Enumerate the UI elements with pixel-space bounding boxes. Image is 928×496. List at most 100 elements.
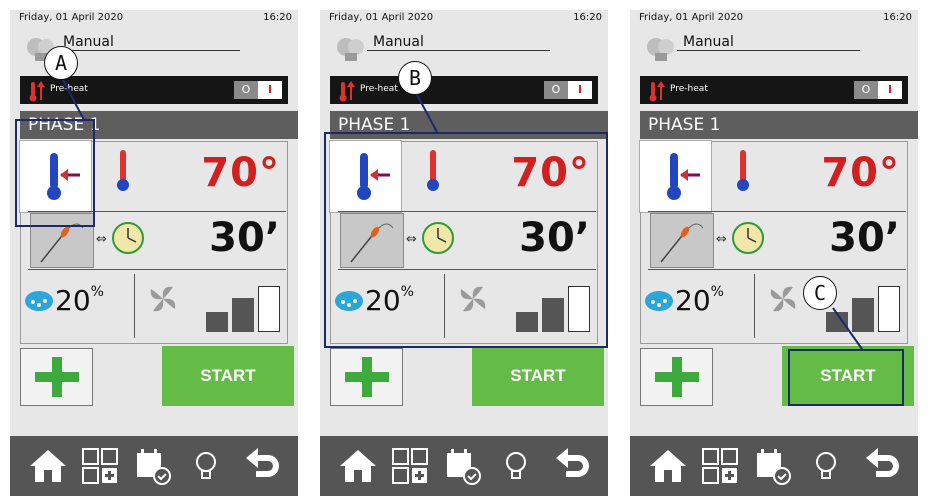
divider: [648, 269, 906, 270]
fan-speed-selector[interactable]: [206, 276, 286, 332]
water-drops-icon: [25, 291, 53, 311]
date-label: Friday, 01 April 2020: [639, 12, 744, 23]
fan-icon[interactable]: [146, 282, 180, 316]
back-icon[interactable]: [552, 446, 592, 486]
calendar-icon[interactable]: [442, 446, 482, 486]
fan-icon[interactable]: [766, 282, 800, 316]
add-program-icon[interactable]: [700, 446, 740, 486]
preheat-toggle[interactable]: O I: [544, 81, 592, 99]
bottom-nav: [630, 436, 918, 496]
mode-underline: [57, 50, 240, 51]
toggle-off[interactable]: O: [544, 81, 568, 99]
temperature-value[interactable]: 70°: [821, 150, 900, 196]
mode-label[interactable]: Manual: [373, 34, 424, 50]
add-phase-button[interactable]: [20, 348, 93, 406]
oven-mode-icon[interactable]: [336, 36, 366, 62]
preheat-label: Pre-heat: [360, 84, 398, 94]
preheat-bar: Pre-heat O I: [20, 76, 288, 104]
core-probe-button[interactable]: [639, 140, 712, 213]
toggle-on[interactable]: I: [878, 81, 902, 99]
preheat-toggle[interactable]: O I: [234, 81, 282, 99]
duration-value[interactable]: 30’: [209, 215, 280, 261]
humidity-unit: %: [90, 284, 104, 300]
fan-speed-bar[interactable]: [826, 312, 848, 332]
add-phase-button[interactable]: [330, 348, 403, 406]
add-program-icon[interactable]: [80, 446, 120, 486]
humidity-unit: %: [710, 284, 724, 300]
toggle-off[interactable]: O: [234, 81, 258, 99]
start-button[interactable]: START: [162, 346, 294, 406]
divider: [648, 211, 906, 212]
water-drops-icon: [645, 291, 673, 311]
fan-speed-bar[interactable]: [852, 298, 874, 332]
toggle-off[interactable]: O: [854, 81, 878, 99]
callout-b-highlight: [324, 132, 608, 348]
clock-label: 16:20: [883, 12, 912, 23]
thermometer-up-icon: [649, 81, 665, 102]
callout-c: C: [803, 276, 837, 310]
thermometer-icon: [737, 150, 749, 191]
date-label: Friday, 01 April 2020: [329, 12, 434, 23]
double-arrow-icon: ⇔: [96, 232, 107, 247]
mode-label[interactable]: Manual: [683, 34, 734, 50]
clock-label: 16:20: [263, 12, 292, 23]
start-button[interactable]: START: [472, 346, 604, 406]
fan-speed-bar[interactable]: [232, 298, 254, 332]
fan-speed-bar[interactable]: [878, 286, 900, 332]
fan-speed-bar[interactable]: [206, 312, 228, 332]
preheat-label: Pre-heat: [670, 84, 708, 94]
callout-b: B: [398, 61, 432, 95]
humidity-value[interactable]: 20%: [55, 284, 104, 317]
toggle-on[interactable]: I: [258, 81, 282, 99]
clock-label: 16:20: [573, 12, 602, 23]
preheat-bar: Pre-heat O I: [330, 76, 598, 104]
back-icon[interactable]: [242, 446, 282, 486]
thermometer-probe-icon: [667, 153, 700, 200]
status-bar: Friday, 01 April 2020 16:20: [320, 10, 608, 28]
bulb-icon[interactable]: [806, 446, 846, 486]
mode-label[interactable]: Manual: [63, 34, 114, 50]
phase-header: PHASE 1: [640, 111, 918, 139]
bulb-icon[interactable]: [496, 446, 536, 486]
toggle-on[interactable]: I: [568, 81, 592, 99]
back-icon[interactable]: [862, 446, 902, 486]
add-phase-button[interactable]: [640, 348, 713, 406]
calendar-icon[interactable]: [752, 446, 792, 486]
temperature-value[interactable]: 70°: [201, 150, 280, 196]
double-arrow-icon: ⇔: [716, 232, 727, 247]
callout-a-highlight: [15, 119, 95, 227]
mode-underline: [367, 50, 550, 51]
preheat-toggle[interactable]: O I: [854, 81, 902, 99]
oven-screen-c: Friday, 01 April 2020 16:20 Manual Pre-h…: [630, 10, 918, 496]
preheat-label: Pre-heat: [50, 84, 88, 94]
divider: [28, 269, 286, 270]
mode-underline: [677, 50, 860, 51]
humidity-value[interactable]: 20%: [675, 284, 724, 317]
oven-mode-icon[interactable]: [646, 36, 676, 62]
divider: [754, 274, 755, 338]
preheat-bar: Pre-heat O I: [640, 76, 908, 104]
probe-button[interactable]: [650, 213, 714, 268]
home-icon[interactable]: [28, 446, 68, 486]
duration-value[interactable]: 30’: [829, 215, 900, 261]
plus-icon: [655, 357, 699, 397]
home-icon[interactable]: [338, 446, 378, 486]
divider: [134, 274, 135, 338]
plus-icon: [345, 357, 389, 397]
bottom-nav: [10, 436, 298, 496]
probe-needle-icon: [660, 223, 704, 263]
calendar-icon[interactable]: [132, 446, 172, 486]
thermometer-up-icon: [339, 81, 355, 102]
add-program-icon[interactable]: [390, 446, 430, 486]
clock-icon[interactable]: [110, 220, 146, 256]
clock-icon[interactable]: [730, 220, 766, 256]
date-label: Friday, 01 April 2020: [19, 12, 124, 23]
thermometer-up-icon: [29, 81, 45, 102]
callout-a: A: [44, 46, 78, 80]
fan-speed-selector[interactable]: [826, 276, 906, 332]
fan-speed-bar[interactable]: [258, 286, 280, 332]
bulb-icon[interactable]: [186, 446, 226, 486]
plus-icon: [35, 357, 79, 397]
status-bar: Friday, 01 April 2020 16:20: [630, 10, 918, 28]
home-icon[interactable]: [648, 446, 688, 486]
